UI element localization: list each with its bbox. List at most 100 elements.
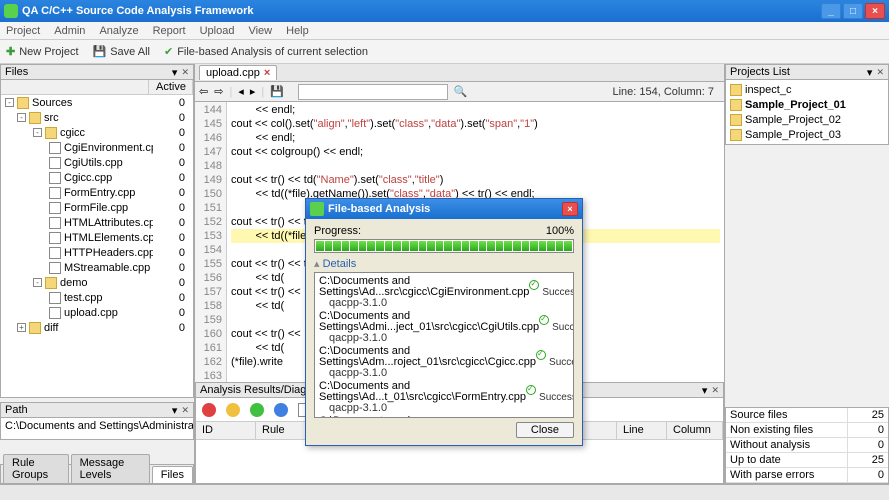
tree-count: 0	[153, 262, 193, 274]
col-column[interactable]: Column	[667, 422, 723, 439]
project-item[interactable]: Sample_Project_02	[728, 112, 886, 127]
tree-count: 0	[153, 277, 193, 289]
filter-ok-icon[interactable]	[250, 403, 264, 417]
panel-menu-icon[interactable]: ▾	[172, 66, 178, 79]
panel-menu-icon[interactable]: ▾	[867, 66, 873, 79]
success-icon	[536, 350, 546, 360]
file-path: C:\Documents and Settings\Ad...src\cgicc…	[319, 276, 529, 298]
tree-label: MStreamable.cpp	[64, 262, 153, 274]
details-toggle[interactable]: Details	[314, 257, 356, 270]
prev-icon[interactable]: ◂	[238, 85, 244, 98]
analysis-file-list[interactable]: C:\Documents and Settings\Ad...src\cgicc…	[314, 272, 574, 418]
window-buttons: _ □ ×	[821, 3, 885, 19]
tree-count: 0	[153, 232, 193, 244]
project-item[interactable]: inspect_c	[728, 82, 886, 97]
tree-item[interactable]: HTMLElements.cpp0	[1, 230, 193, 245]
nav-back-icon[interactable]: ⇦	[199, 85, 208, 98]
save-icon[interactable]: 💾	[270, 85, 284, 98]
next-icon[interactable]: ▸	[250, 85, 256, 98]
analysis-panel-close-icon[interactable]: ✕	[711, 385, 719, 396]
search-icon[interactable]: 🔍	[454, 85, 468, 98]
projects-list[interactable]: inspect_cSample_Project_01Sample_Project…	[725, 80, 889, 145]
filter-error-icon[interactable]	[202, 403, 216, 417]
tree-item[interactable]: FormEntry.cpp0	[1, 185, 193, 200]
files-panel-close-icon[interactable]: ✕	[181, 67, 189, 78]
bottom-scrollbar[interactable]	[0, 484, 889, 500]
projects-panel-title: Projects List	[730, 66, 790, 78]
close-button[interactable]: ×	[865, 3, 885, 19]
tree-label: HTTPHeaders.cpp	[64, 247, 153, 259]
tree-count: 0	[153, 97, 193, 109]
dialog-close-icon[interactable]: ×	[562, 202, 578, 216]
expand-icon[interactable]: -	[17, 113, 26, 122]
tree-item[interactable]: HTMLAttributes.cpp0	[1, 215, 193, 230]
panel-menu-icon[interactable]: ▾	[172, 404, 178, 417]
menu-help[interactable]: Help	[286, 25, 309, 37]
tree-item[interactable]: -Sources0	[1, 95, 193, 110]
dialog-close-button[interactable]: Close	[516, 422, 574, 438]
file-analysis-button[interactable]: ✔File-based Analysis of current selectio…	[164, 45, 368, 58]
search-input[interactable]	[298, 84, 448, 100]
project-item[interactable]: Sample_Project_03	[728, 127, 886, 142]
filter-info-icon[interactable]	[274, 403, 288, 417]
tab-message-levels[interactable]: Message Levels	[71, 454, 150, 483]
tree-label: FormEntry.cpp	[64, 187, 153, 199]
filter-warn-icon[interactable]	[226, 403, 240, 417]
expand-icon[interactable]: +	[17, 323, 26, 332]
menu-view[interactable]: View	[248, 25, 272, 37]
tree-item[interactable]: -cgicc0	[1, 125, 193, 140]
tree-item[interactable]: +diff0	[1, 320, 193, 335]
editor-tab-close-icon[interactable]: ×	[264, 67, 270, 79]
tree-item[interactable]: CgiEnvironment.cpp0	[1, 140, 193, 155]
tree-item[interactable]: FormFile.cpp0	[1, 200, 193, 215]
cursor-status: Line: 154, Column: 7	[612, 86, 720, 98]
analysis-file-row[interactable]: C:\Documents and Settings\Ad...src\cgicc…	[317, 275, 571, 310]
col-id[interactable]: ID	[196, 422, 256, 439]
project-item[interactable]: Sample_Project_01	[728, 97, 886, 112]
menu-upload[interactable]: Upload	[200, 25, 235, 37]
tree-item[interactable]: CgiUtils.cpp0	[1, 155, 193, 170]
nav-fwd-icon[interactable]: ⇨	[214, 85, 223, 98]
path-panel-close-icon[interactable]: ✕	[181, 405, 189, 416]
tree-item[interactable]: upload.cpp0	[1, 305, 193, 320]
tree-item[interactable]: Cgicc.cpp0	[1, 170, 193, 185]
save-all-button[interactable]: 💾Save All	[93, 45, 150, 58]
panel-menu-icon[interactable]: ▾	[702, 384, 708, 397]
analysis-file-row[interactable]: C:\Documents and Settings\Adm...roject_0…	[317, 345, 571, 380]
analysis-file-row[interactable]: C:\Documents and Settings\Admi...ject_01…	[317, 310, 571, 345]
menu-admin[interactable]: Admin	[54, 25, 85, 37]
projects-panel-close-icon[interactable]: ✕	[876, 67, 884, 78]
files-tree[interactable]: Active -Sources0-src0-cgicc0CgiEnvironme…	[0, 80, 194, 398]
analysis-file-row[interactable]: C:\Documents and Settings\Adm...ect_01\s…	[317, 415, 571, 418]
menu-project[interactable]: Project	[6, 25, 40, 37]
tab-files[interactable]: Files	[152, 466, 193, 483]
tab-rule-groups[interactable]: Rule Groups	[3, 454, 69, 483]
stats-key: With parse errors	[726, 468, 848, 482]
menu-report[interactable]: Report	[153, 25, 186, 37]
stats-value: 25	[848, 408, 888, 422]
status-label: Success	[549, 357, 574, 368]
line-gutter: 1441451461471481491501511521531541551561…	[195, 102, 227, 382]
tree-item[interactable]: MStreamable.cpp0	[1, 260, 193, 275]
expand-icon[interactable]: -	[5, 98, 14, 107]
tree-count: 0	[153, 202, 193, 214]
expand-icon[interactable]: -	[33, 278, 42, 287]
menu-analyze[interactable]: Analyze	[99, 25, 138, 37]
editor-tab-upload[interactable]: upload.cpp ×	[199, 65, 277, 80]
tree-count: 0	[153, 322, 193, 334]
status-label: Success	[539, 392, 574, 403]
new-project-button[interactable]: ✚New Project	[6, 45, 79, 58]
expand-icon[interactable]: -	[33, 128, 42, 137]
tree-item[interactable]: -src0	[1, 110, 193, 125]
file-analysis-label: File-based Analysis of current selection	[177, 46, 368, 58]
left-tabs: Rule Groups Message Levels Files	[0, 464, 194, 484]
minimize-button[interactable]: _	[821, 3, 841, 19]
col-line[interactable]: Line	[617, 422, 667, 439]
tree-item[interactable]: -demo0	[1, 275, 193, 290]
project-label: Sample_Project_01	[745, 99, 846, 111]
tree-item[interactable]: test.cpp0	[1, 290, 193, 305]
dialog-titlebar[interactable]: File-based Analysis ×	[306, 199, 582, 219]
maximize-button[interactable]: □	[843, 3, 863, 19]
analysis-file-row[interactable]: C:\Documents and Settings\Ad...t_01\src\…	[317, 380, 571, 415]
tree-item[interactable]: HTTPHeaders.cpp0	[1, 245, 193, 260]
